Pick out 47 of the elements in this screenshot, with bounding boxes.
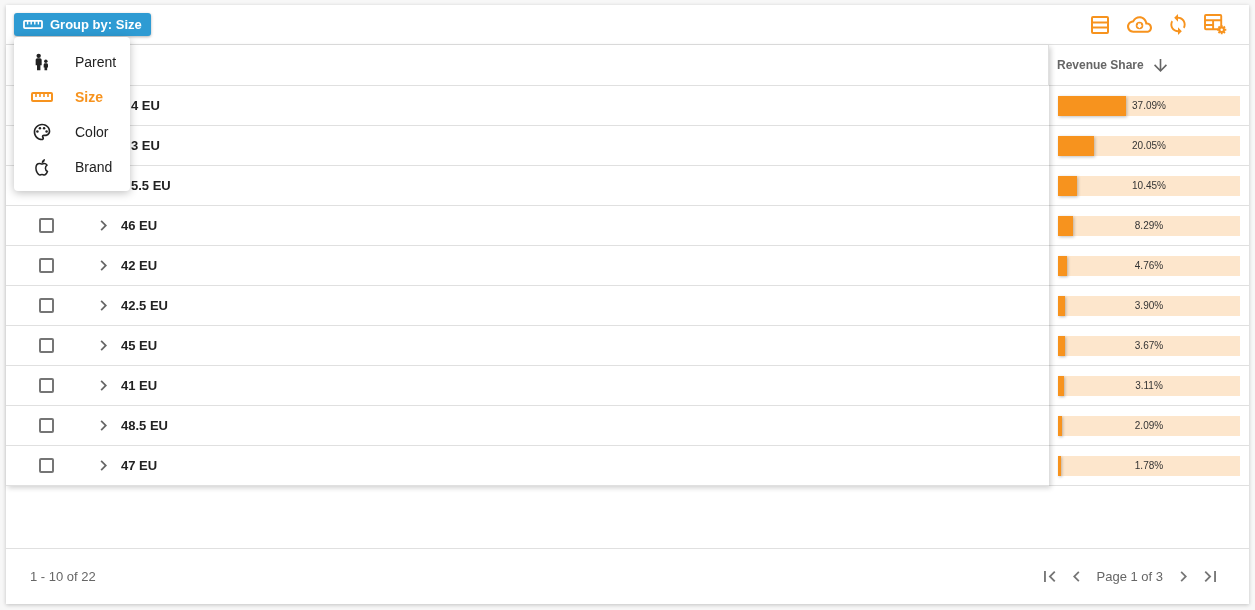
- share-value: 37.09%: [1132, 100, 1166, 111]
- checkbox[interactable]: [38, 338, 54, 353]
- share-value: 2.09%: [1134, 420, 1164, 431]
- expand-chevron-icon[interactable]: [99, 220, 107, 231]
- expand-chevron-icon[interactable]: [99, 260, 107, 271]
- expand-chevron-icon[interactable]: [99, 380, 107, 391]
- row-label: 4 EU: [130, 98, 160, 113]
- share-value: 4.76%: [1134, 260, 1164, 271]
- row-label: 46 EU: [120, 218, 158, 233]
- page-indicator: Page 1 of 3: [1096, 569, 1163, 584]
- last-page-icon[interactable]: [1204, 571, 1216, 582]
- checkbox[interactable]: [38, 258, 54, 273]
- row-label: 42.5 EU: [120, 298, 168, 313]
- menu-item[interactable]: Color: [14, 114, 130, 149]
- share-value: 3.90%: [1134, 300, 1164, 311]
- ruler-icon: [23, 20, 43, 29]
- share-value: 20.05%: [1132, 140, 1166, 151]
- expand-chevron-icon[interactable]: [99, 340, 107, 351]
- share-value: 3.11%: [1135, 380, 1163, 391]
- column-header[interactable]: Revenue Share: [1049, 58, 1167, 72]
- row-label: 5.5 EU: [130, 178, 171, 193]
- share-value: 3.67%: [1134, 340, 1164, 351]
- first-page-icon[interactable]: [1043, 571, 1056, 582]
- row-label: 47 EU: [120, 458, 158, 473]
- checkbox[interactable]: [38, 218, 54, 233]
- checkbox[interactable]: [38, 458, 54, 473]
- expand-chevron-icon[interactable]: [99, 300, 107, 311]
- expand-chevron-icon[interactable]: [99, 460, 107, 471]
- range-text: 1 - 10 of 22: [30, 569, 96, 584]
- checkbox[interactable]: [38, 378, 54, 393]
- checkbox[interactable]: [38, 418, 54, 433]
- row-label: 48.5 EU: [120, 418, 168, 433]
- palette-icon: [32, 121, 52, 142]
- share-value: 8.29%: [1134, 220, 1164, 231]
- menu-item[interactable]: Brand: [14, 149, 130, 184]
- previous-page-icon[interactable]: [1072, 571, 1080, 582]
- menu-item[interactable]: Parent: [14, 44, 130, 79]
- row-label: 45 EU: [120, 338, 158, 353]
- expand-chevron-icon[interactable]: [99, 420, 107, 431]
- share-value: 1.78%: [1134, 460, 1164, 471]
- ruler-icon: [31, 91, 53, 102]
- row-label: 3 EU: [130, 138, 160, 153]
- row-label: 42 EU: [120, 258, 158, 273]
- next-page-icon[interactable]: [1180, 571, 1187, 582]
- row-label: 41 EU: [120, 378, 158, 393]
- checkbox[interactable]: [38, 298, 54, 313]
- share-value: 10.45%: [1132, 180, 1166, 191]
